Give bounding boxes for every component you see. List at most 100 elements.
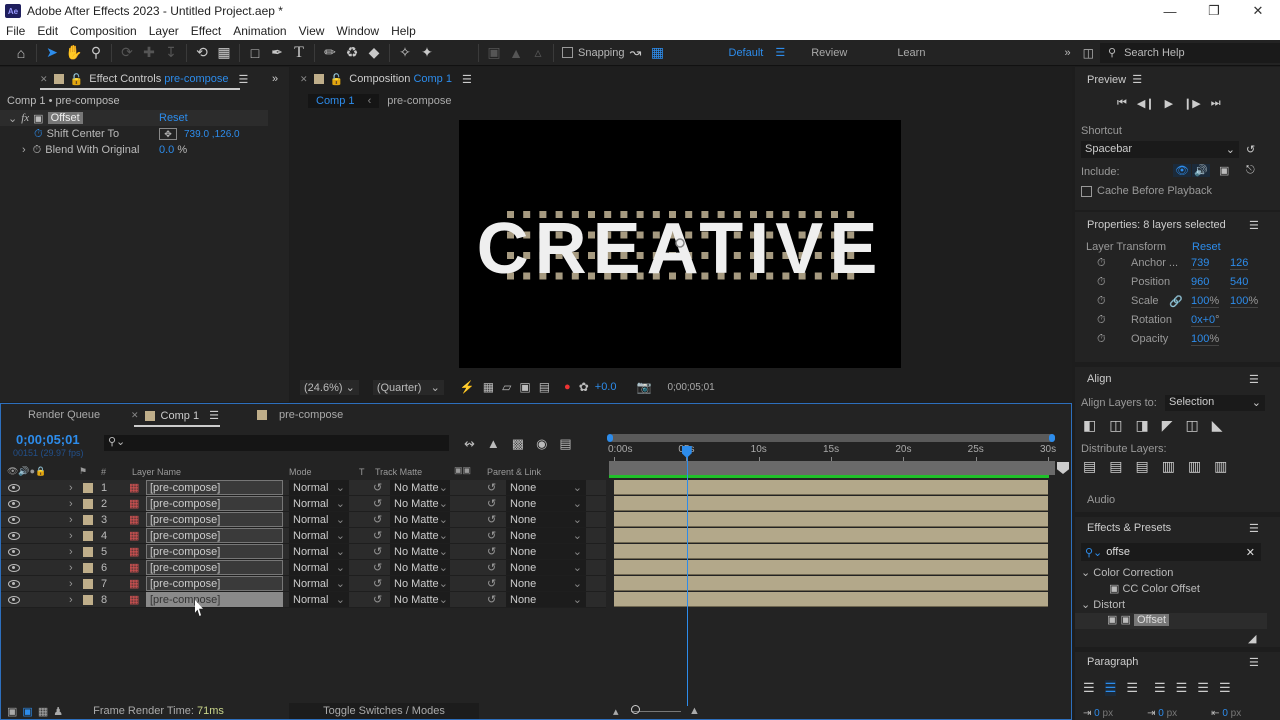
parent-dropdown[interactable]: None ⌄ bbox=[506, 560, 586, 575]
parent-dropdown[interactable]: None ⌄ bbox=[506, 528, 586, 543]
time-ruler[interactable]: 0:00s05s10s15s20s25s30s bbox=[1, 442, 1073, 462]
distribute-right-icon[interactable]: ▥ bbox=[1214, 458, 1227, 475]
label-color-swatch[interactable] bbox=[83, 482, 93, 493]
pick-whip-icon[interactable]: ↺ bbox=[487, 544, 496, 559]
align-bottom-icon[interactable]: ◣ bbox=[1212, 417, 1223, 434]
clone-stamp-icon[interactable]: ♻ bbox=[341, 42, 363, 64]
layer-duration-bar[interactable] bbox=[614, 480, 1048, 495]
crumb-precompose[interactable]: pre-compose bbox=[387, 95, 451, 107]
track-matte-dropdown[interactable]: No Matte ⌄ bbox=[390, 592, 450, 607]
pick-whip-icon[interactable]: ↺ bbox=[487, 512, 496, 527]
menu-help[interactable]: Help bbox=[391, 24, 416, 38]
layer-row[interactable]: › 8 ▦ [pre-compose] Normal ⌄ ↺ No Matte ⌄ … bbox=[1, 592, 606, 608]
play-icon[interactable]: ▶ bbox=[1165, 97, 1173, 110]
preserve-transparency-icon[interactable]: ↺ bbox=[373, 592, 382, 607]
stopwatch-icon[interactable]: ⏱ bbox=[1097, 295, 1106, 308]
roto-brush-icon[interactable]: ✧ bbox=[394, 42, 416, 64]
menu-effect[interactable]: Effect bbox=[191, 24, 221, 38]
zoom-slider-handle[interactable] bbox=[631, 705, 640, 714]
label-color-swatch[interactable] bbox=[83, 594, 93, 605]
reset-shortcut-icon[interactable]: ↺ bbox=[1246, 143, 1255, 156]
layer-name[interactable]: [pre-compose] bbox=[146, 496, 283, 511]
effect-row[interactable]: ⌄ fx ▣ Offset Reset bbox=[0, 110, 268, 126]
collapse-icon[interactable]: ⌄ bbox=[8, 112, 17, 125]
work-area-navigator[interactable] bbox=[609, 434, 1055, 442]
expand-layer-icon[interactable]: › bbox=[69, 512, 73, 527]
menu-file[interactable]: File bbox=[6, 24, 25, 38]
brush-tool-icon[interactable]: ✏ bbox=[319, 42, 341, 64]
transfer-controls-icon[interactable]: ▣ bbox=[22, 705, 32, 718]
panel-menu-icon[interactable]: ☰ bbox=[1249, 656, 1259, 669]
layer-name[interactable]: [pre-compose] bbox=[146, 480, 283, 495]
layer-duration-bar[interactable] bbox=[614, 544, 1048, 559]
video-toggle[interactable] bbox=[8, 576, 20, 591]
render-time-icon[interactable]: ♟ bbox=[53, 705, 63, 718]
in-out-icon[interactable]: ▦ bbox=[38, 705, 48, 718]
prop-value-1[interactable]: 0x+0° bbox=[1191, 314, 1220, 327]
indent-first-line[interactable]: ⇥ 0 px bbox=[1147, 708, 1177, 719]
stopwatch-icon[interactable]: ⏱ bbox=[1097, 257, 1106, 270]
label-color-swatch[interactable] bbox=[83, 546, 93, 557]
layer-duration-bar[interactable] bbox=[614, 512, 1048, 527]
navigator-end-handle[interactable] bbox=[1049, 434, 1055, 442]
stopwatch-icon[interactable]: ⏱ bbox=[1097, 314, 1106, 327]
mode-dropdown[interactable]: Normal ⌄ bbox=[289, 576, 349, 591]
label-color-swatch[interactable] bbox=[83, 498, 93, 509]
menu-composition[interactable]: Composition bbox=[70, 24, 137, 38]
label-color-swatch[interactable] bbox=[83, 530, 93, 541]
axis-icon[interactable]: ▲ bbox=[505, 42, 527, 64]
expand-layer-icon[interactable]: › bbox=[69, 544, 73, 559]
distribute-left-icon[interactable]: ▥ bbox=[1162, 458, 1175, 475]
layer-row[interactable]: › 1 ▦ [pre-compose] Normal ⌄ ↺ No Matte ⌄ … bbox=[1, 480, 606, 496]
panel-menu-icon[interactable]: ☰ bbox=[1249, 373, 1259, 386]
zoom-dropdown[interactable]: (24.6%) ⌄ bbox=[300, 379, 359, 395]
video-toggle[interactable] bbox=[8, 560, 20, 575]
stopwatch-icon[interactable]: ⏱ bbox=[33, 144, 42, 157]
expand-layer-icon[interactable]: › bbox=[69, 576, 73, 591]
workspace-review[interactable]: Review bbox=[811, 47, 847, 59]
layer-row[interactable]: › 6 ▦ [pre-compose] Normal ⌄ ↺ No Matte ⌄ … bbox=[1, 560, 606, 576]
layer-row[interactable]: › 3 ▦ [pre-compose] Normal ⌄ ↺ No Matte ⌄ … bbox=[1, 512, 606, 528]
mode-dropdown[interactable]: Normal ⌄ bbox=[289, 560, 349, 575]
space-before[interactable]: ⇤ 0 px bbox=[1211, 708, 1241, 719]
audio-panel-label[interactable]: Audio bbox=[1087, 494, 1115, 506]
justify-last-right-icon[interactable]: ☰ bbox=[1197, 680, 1209, 696]
home-icon[interactable]: ⌂ bbox=[10, 42, 32, 64]
guides-icon[interactable]: ▤ bbox=[539, 380, 550, 394]
group-distort[interactable]: ⌄ Distort bbox=[1081, 598, 1125, 611]
viewer-timecode[interactable]: 0;00;05;01 bbox=[667, 382, 714, 393]
pick-whip-icon[interactable]: ↺ bbox=[487, 560, 496, 575]
effect-item-offset[interactable]: ▣ ▣ Offset bbox=[1075, 613, 1267, 629]
align-3d-icon[interactable]: ▣ bbox=[483, 42, 505, 64]
transparency-grid-icon[interactable]: ▦ bbox=[483, 380, 494, 394]
layer-row[interactable]: › 2 ▦ [pre-compose] Normal ⌄ ↺ No Matte ⌄ … bbox=[1, 496, 606, 512]
menu-layer[interactable]: Layer bbox=[149, 24, 179, 38]
parent-dropdown[interactable]: None ⌄ bbox=[506, 496, 586, 511]
constrain-proportions-icon[interactable]: 🔗 bbox=[1169, 295, 1183, 308]
align-to-dropdown[interactable]: Selection ⌄ bbox=[1165, 395, 1265, 411]
track-matte-dropdown[interactable]: No Matte ⌄ bbox=[390, 512, 450, 527]
video-toggle[interactable] bbox=[8, 512, 20, 527]
pick-whip-icon[interactable]: ↺ bbox=[487, 592, 496, 607]
layer-name[interactable]: [pre-compose] bbox=[146, 544, 283, 559]
distribute-bottom-icon[interactable]: ▤ bbox=[1135, 458, 1148, 475]
justify-last-left-icon[interactable]: ☰ bbox=[1154, 680, 1166, 696]
align-top-icon[interactable]: ◤ bbox=[1162, 417, 1173, 434]
first-frame-icon[interactable]: ⏮ bbox=[1117, 97, 1127, 110]
video-toggle[interactable] bbox=[8, 496, 20, 511]
expand-layer-icon[interactable]: › bbox=[69, 560, 73, 575]
lock-icon[interactable]: 🔓 bbox=[70, 73, 84, 86]
clear-search-icon[interactable]: ✕ bbox=[1246, 546, 1255, 559]
pan-camera-icon[interactable]: ✚ bbox=[138, 42, 160, 64]
parent-dropdown[interactable]: None ⌄ bbox=[506, 512, 586, 527]
track-matte-dropdown[interactable]: No Matte ⌄ bbox=[390, 560, 450, 575]
layer-duration-bar[interactable] bbox=[614, 528, 1048, 543]
fx-icon[interactable]: fx bbox=[21, 112, 29, 124]
stopwatch-icon[interactable]: ⏱ bbox=[1097, 333, 1106, 346]
dolly-camera-icon[interactable]: ↧ bbox=[160, 42, 182, 64]
preserve-transparency-icon[interactable]: ↺ bbox=[373, 528, 382, 543]
close-tab-icon[interactable]: ✕ bbox=[40, 74, 48, 85]
exposure-reset-icon[interactable]: ✿ bbox=[579, 380, 589, 394]
snap-features-icon[interactable]: ▦ bbox=[647, 42, 669, 64]
preserve-transparency-icon[interactable]: ↺ bbox=[373, 544, 382, 559]
